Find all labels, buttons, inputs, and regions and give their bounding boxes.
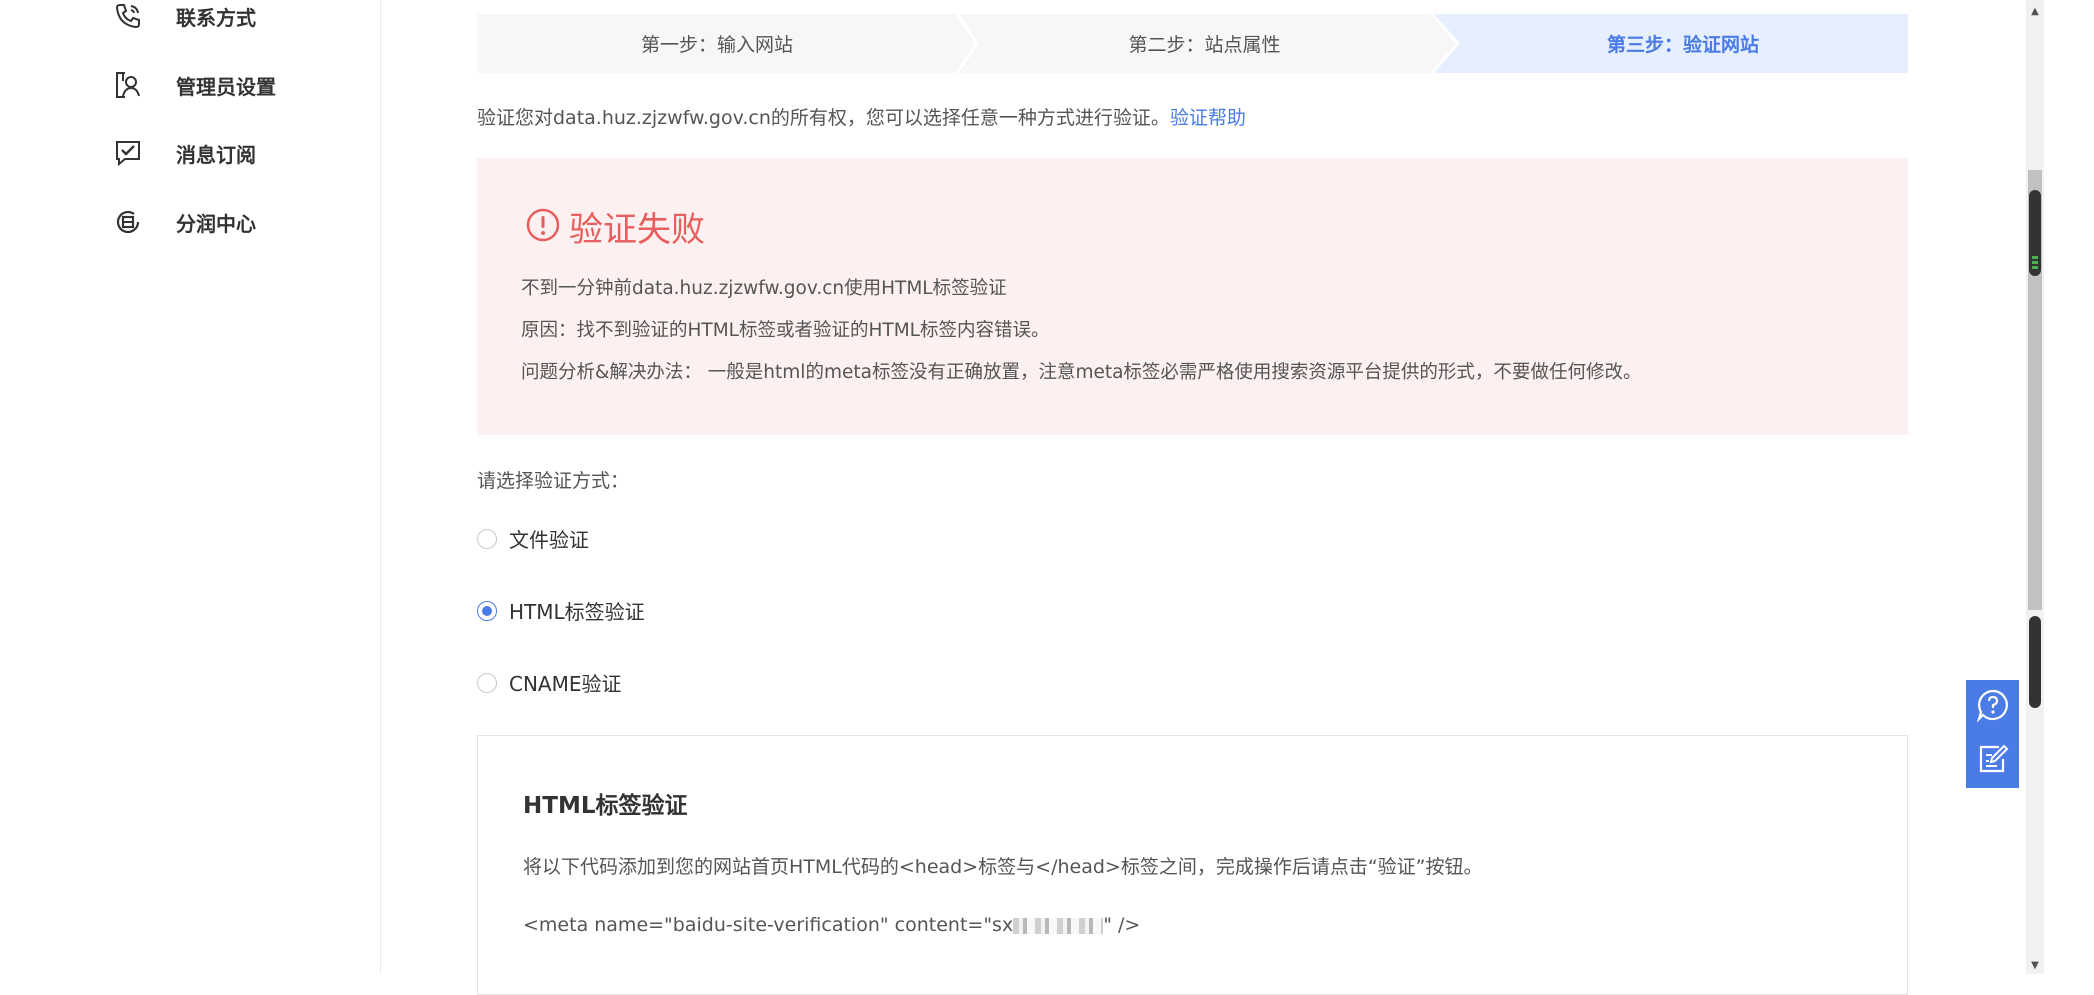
- method-option-label: HTML标签验证: [509, 600, 645, 624]
- radio-html-selected[interactable]: [477, 600, 497, 621]
- scroll-down-arrow-icon[interactable]: ▼: [2026, 956, 2044, 974]
- sidebar-item-label: 消息订阅: [176, 142, 256, 167]
- method-label: 请选择验证方式：: [477, 470, 630, 492]
- panel-title: HTML标签验证: [523, 793, 688, 819]
- radio-file[interactable]: [477, 528, 497, 549]
- sidebar-item-label: 联系方式: [176, 5, 256, 30]
- sidebar-item-label: 分润中心: [176, 211, 256, 236]
- sidebar-item-subscription[interactable]: 消息订阅: [112, 133, 256, 173]
- sidebar-item-admin[interactable]: 管理员设置: [112, 65, 276, 105]
- method-option-label: 文件验证: [509, 528, 589, 552]
- page-scrollbar[interactable]: ▲ ▼: [2026, 0, 2044, 974]
- step-1: 第一步：输入网站: [640, 34, 793, 56]
- error-title-text: 验证失败: [569, 210, 705, 250]
- error-title: 验证失败: [525, 202, 705, 251]
- sidebar: 联系方式 管理员设置 消息订阅 分润中心: [0, 0, 381, 974]
- error-detail-reason: 原因：找不到验证的HTML标签或者验证的HTML标签内容错误。: [521, 320, 1050, 341]
- html-tag-panel: HTML标签验证 将以下代码添加到您的网站首页HTML代码的<head>标签与<…: [477, 735, 1908, 995]
- sidebar-item-revenue[interactable]: 分润中心: [112, 202, 256, 242]
- error-detail-solution: 问题分析&解决办法： 一般是html的meta标签没有正确放置，注意meta标签…: [521, 362, 1642, 383]
- method-option-cname[interactable]: CNAME验证: [477, 668, 622, 697]
- phone-icon: [112, 0, 144, 32]
- step-progress-bar: 第一步：输入网站 第二步：站点属性 第三步：验证网站: [477, 14, 1908, 73]
- verification-intro: 验证您对data.huz.zjzwfw.gov.cn的所有权，您可以选择任意一种…: [477, 103, 1246, 130]
- redacted-token: [1013, 917, 1104, 934]
- message-check-icon: [112, 137, 144, 169]
- method-option-file[interactable]: 文件验证: [477, 524, 589, 553]
- sidebar-item-contact[interactable]: 联系方式: [112, 0, 256, 36]
- meta-code-snippet[interactable]: <meta name="baidu-site-verification" con…: [523, 914, 1140, 936]
- verification-help-link[interactable]: 验证帮助: [1170, 107, 1246, 129]
- intro-text: 验证您对data.huz.zjzwfw.gov.cn的所有权，您可以选择任意一种…: [477, 107, 1170, 129]
- feedback-edit-icon: [1977, 743, 2009, 779]
- help-button[interactable]: [1966, 680, 2019, 734]
- floating-toolbar: [1966, 680, 2019, 788]
- error-detail-time: 不到一分钟前data.huz.zjzwfw.gov.cn使用HTML标签验证: [521, 278, 1007, 299]
- revenue-share-icon: [112, 206, 144, 238]
- alert-circle-icon: [525, 207, 561, 247]
- code-suffix: " />: [1103, 914, 1141, 936]
- admin-user-icon: [112, 69, 144, 101]
- help-chat-icon: [1976, 688, 2010, 726]
- sidebar-item-label: 管理员设置: [176, 74, 276, 99]
- radio-cname[interactable]: [477, 672, 497, 693]
- method-option-label: CNAME验证: [509, 672, 622, 696]
- feedback-button[interactable]: [1966, 734, 2019, 788]
- side-mini-scroll-indicator: [2029, 190, 2041, 276]
- side-mini-scroll-indicator-lower: [2029, 616, 2041, 708]
- panel-description: 将以下代码添加到您的网站首页HTML代码的<head>标签与</head>标签之…: [523, 856, 1483, 878]
- verification-error-box: 验证失败 不到一分钟前data.huz.zjzwfw.gov.cn使用HTML标…: [477, 158, 1908, 435]
- step-3-active: 第三步：验证网站: [1606, 34, 1759, 56]
- method-option-html[interactable]: HTML标签验证: [477, 596, 645, 625]
- code-prefix: <meta name="baidu-site-verification" con…: [523, 914, 1014, 936]
- step-2: 第二步：站点属性: [1128, 34, 1281, 56]
- scroll-up-arrow-icon[interactable]: ▲: [2026, 2, 2044, 20]
